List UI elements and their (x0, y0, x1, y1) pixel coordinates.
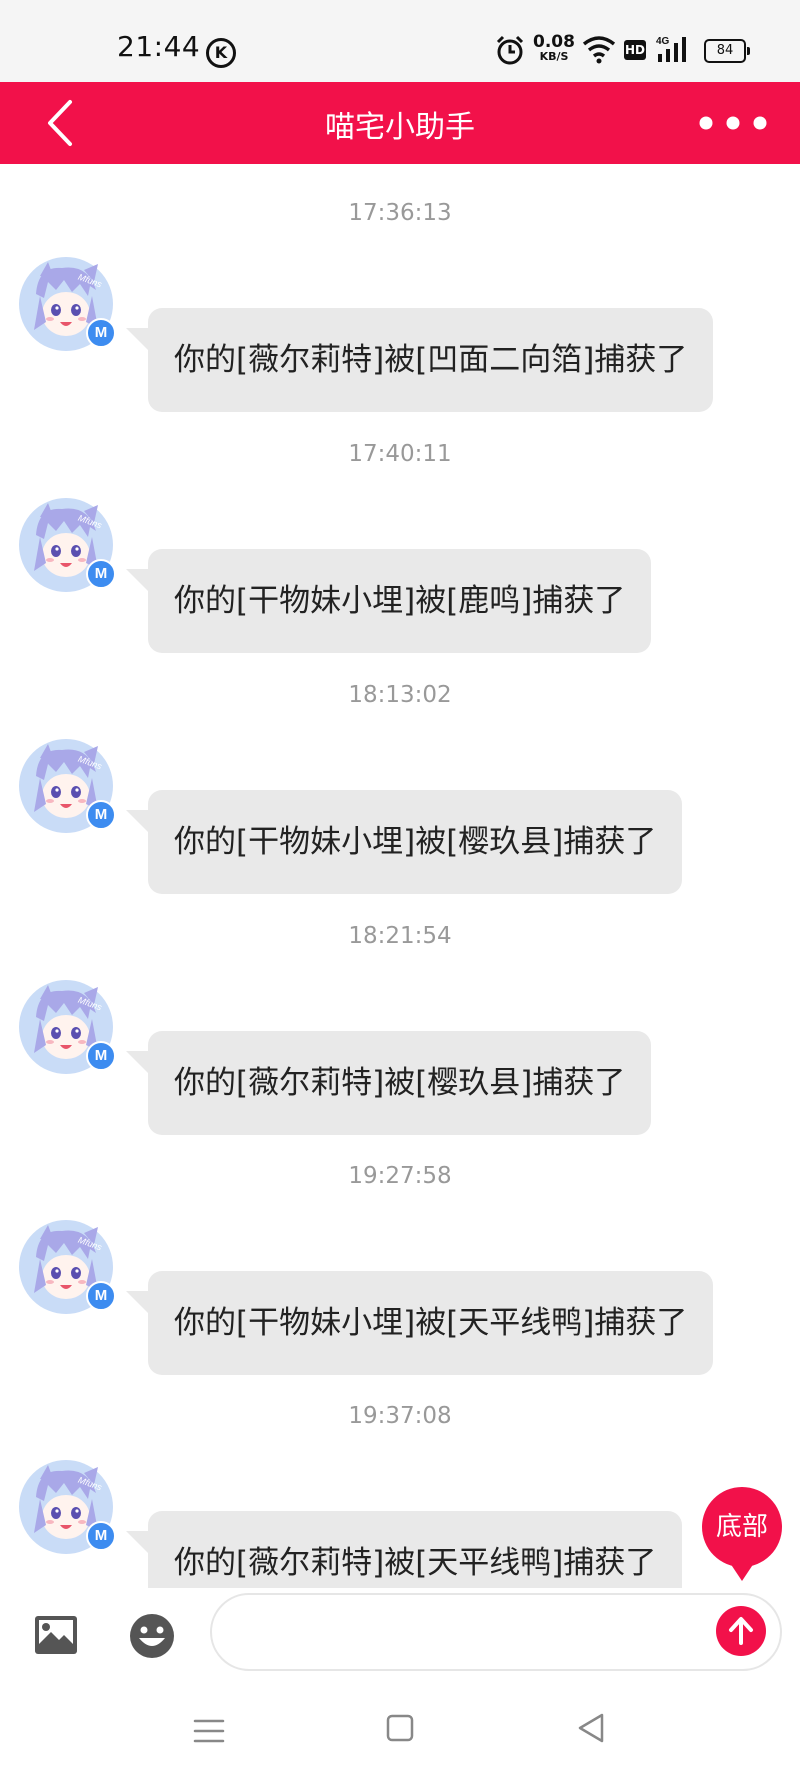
message-timestamp: 19:37:08 (348, 1403, 452, 1429)
home-square-icon (386, 1714, 414, 1742)
message-timestamp: 18:13:02 (348, 682, 452, 708)
message-timestamp: 19:27:58 (348, 1163, 452, 1189)
page-title: 喵宅小助手 (325, 110, 475, 145)
avatar[interactable]: Mfuns M (18, 256, 116, 352)
nav-home-button[interactable] (386, 1714, 414, 1742)
image-button[interactable] (33, 1614, 79, 1656)
nav-menu-button[interactable] (192, 1716, 226, 1746)
avatar[interactable]: Mfuns M (18, 1459, 116, 1555)
wifi-icon (582, 34, 616, 66)
avatar[interactable]: Mfuns M (18, 738, 116, 834)
image-icon (35, 1616, 77, 1654)
avatar-badge: M (86, 1041, 116, 1071)
chat-list[interactable]: 17:36:13 Mfuns M 你的[薇尔莉特]被[凹面二向箔]捕获了 17:… (0, 164, 800, 1615)
avatar[interactable]: Mfuns M (18, 497, 116, 593)
signal-icon: 4G (656, 34, 690, 66)
message-item: 19:37:08 Mfuns M 你的[薇尔莉特]被[天平线鸭]捕获了 (0, 1403, 800, 1615)
message-bubble[interactable]: 你的[干物妹小埋]被[樱玖县]捕获了 (125, 790, 683, 894)
message-item: 18:13:02 Mfuns M 你的[干物妹小埋]被[樱玖县]捕获了 (0, 682, 800, 894)
app-header: 喵宅小助手 (0, 82, 800, 164)
avatar-badge: M (86, 1521, 116, 1551)
system-nav-bar (0, 1690, 800, 1778)
message-bubble[interactable]: 你的[薇尔莉特]被[樱玖县]捕获了 (125, 1031, 652, 1135)
status-time: 21:44 (117, 30, 201, 63)
signal-label: 4G (656, 36, 670, 47)
status-bar: 21:44 K 0.08 KB/S HD 4G 84 (0, 0, 800, 82)
nav-back-button[interactable] (576, 1712, 606, 1744)
net-speed: 0.08 KB/S (532, 34, 576, 66)
menu-icon (193, 1719, 225, 1743)
battery-icon: 84 (704, 39, 750, 63)
message-bubble[interactable]: 你的[干物妹小埋]被[天平线鸭]捕获了 (125, 1271, 714, 1375)
avatar[interactable]: Mfuns M (18, 1219, 116, 1315)
avatar-badge: M (86, 800, 116, 830)
avatar-badge: M (86, 1281, 116, 1311)
arrow-up-icon (729, 1617, 753, 1645)
alarm-icon (495, 34, 525, 66)
message-item: 18:21:54 Mfuns M 你的[薇尔莉特]被[樱玖县]捕获了 (0, 923, 800, 1135)
message-item: 17:40:11 Mfuns M 你的[干物妹小埋]被[鹿鸣]捕获了 (0, 441, 800, 653)
send-button[interactable] (716, 1606, 766, 1656)
avatar[interactable]: Mfuns M (18, 979, 116, 1075)
back-triangle-icon (578, 1713, 604, 1743)
emoji-button[interactable] (128, 1612, 176, 1660)
message-input[interactable] (210, 1593, 782, 1671)
more-button[interactable] (694, 106, 784, 140)
message-timestamp: 17:36:13 (348, 200, 452, 226)
message-timestamp: 18:21:54 (348, 923, 452, 949)
net-speed-value: 0.08 (533, 32, 575, 52)
more-dots-icon (699, 116, 767, 130)
net-speed-unit: KB/S (539, 50, 569, 63)
avatar-badge: M (86, 559, 116, 589)
emoji-icon (130, 1614, 174, 1658)
avatar-badge: M (86, 318, 116, 348)
message-item: 19:27:58 Mfuns M 你的[干物妹小埋]被[天平线鸭]捕获了 (0, 1163, 800, 1375)
message-timestamp: 17:40:11 (348, 441, 452, 467)
message-item: 17:36:13 Mfuns M 你的[薇尔莉特]被[凹面二向箔]捕获了 (0, 200, 800, 412)
scroll-to-bottom-button[interactable]: 底部 (702, 1487, 782, 1581)
message-bubble[interactable]: 你的[薇尔莉特]被[凹面二向箔]捕获了 (125, 308, 714, 412)
hd-icon: HD (624, 40, 646, 60)
k-circle-icon: K (206, 38, 236, 68)
input-bar (0, 1588, 800, 1678)
message-bubble[interactable]: 你的[干物妹小埋]被[鹿鸣]捕获了 (125, 549, 652, 653)
